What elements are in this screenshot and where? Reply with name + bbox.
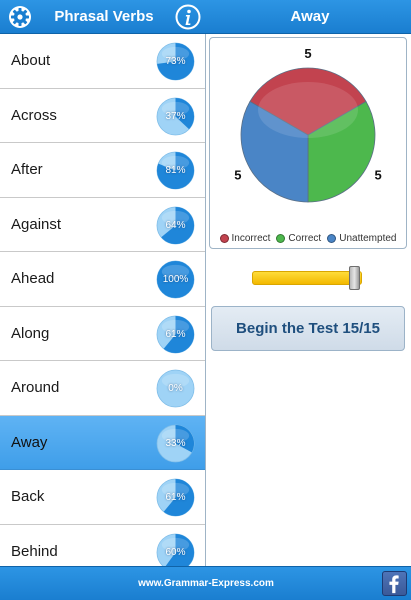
pie-chart: 5 5 5 — [234, 46, 382, 203]
list-item-label: About — [11, 52, 51, 69]
legend-swatch — [276, 233, 286, 243]
list-item[interactable]: Around 0% — [0, 361, 205, 416]
results-chart: 5 5 5 Incorrect Correct Unattempted — [209, 37, 407, 249]
list-item-label: Along — [11, 324, 50, 342]
list-item-label: Away — [11, 433, 48, 451]
list-item[interactable]: Behind 60% — [0, 524, 205, 566]
slider-thumb[interactable] — [349, 266, 360, 290]
progress-percent: 33% — [165, 437, 186, 449]
legend-item: Incorrect — [219, 232, 271, 244]
pie-value-label: 5 — [304, 46, 311, 61]
progress-percent: 81% — [165, 165, 186, 176]
list-item-label: Against — [11, 215, 62, 233]
legend-label: Correct — [288, 232, 322, 244]
list-item-label: Around — [11, 379, 60, 396]
list-item-label: Ahead — [11, 270, 55, 287]
list-item[interactable]: Ahead 100% — [0, 252, 205, 307]
gear-icon[interactable] — [8, 5, 32, 29]
legend-label: Incorrect — [231, 232, 271, 244]
detail-title: Away — [290, 8, 330, 25]
list-item[interactable]: Back 61% — [0, 470, 205, 525]
question-count-slider[interactable] — [252, 271, 362, 285]
begin-test-button[interactable]: Begin the Test 15/15 — [211, 306, 405, 351]
list-item[interactable]: Away 33% — [0, 415, 205, 470]
list-item[interactable]: About 73% — [0, 34, 205, 89]
legend-label: Unattempted — [339, 232, 397, 244]
website-link[interactable]: www.Grammar-Express.com — [120, 567, 292, 600]
progress-percent: 0% — [168, 383, 183, 394]
pie-value-label: 5 — [374, 168, 381, 183]
phrasal-verb-list[interactable]: About 73% Across 37% After 81% Against 64% Ahead… — [0, 34, 206, 566]
progress-percent: 61% — [165, 328, 186, 340]
list-item[interactable]: Along 61% — [0, 306, 205, 361]
legend-swatch — [219, 233, 229, 243]
progress-percent: 37% — [165, 110, 186, 122]
list-item-label: Back — [11, 488, 45, 505]
app-title: Phrasal Verbs — [54, 8, 154, 25]
progress-percent: 100% — [162, 274, 189, 285]
list-item-label: After — [11, 161, 43, 178]
pie-value-label: 5 — [234, 168, 241, 183]
bottom-bar: www.Grammar-Express.com — [0, 566, 411, 600]
progress-percent: 73% — [165, 56, 186, 67]
legend-item: Unattempted — [327, 233, 396, 244]
chart-legend: Incorrect Correct Unattempted — [210, 231, 406, 245]
progress-percent: 64% — [165, 219, 186, 231]
progress-percent: 61% — [165, 492, 186, 503]
list-item[interactable]: After 81% — [0, 143, 205, 198]
list-item[interactable]: Against 64% — [0, 197, 205, 252]
pie-gloss — [258, 82, 358, 138]
list-item[interactable]: Across 37% — [0, 88, 205, 143]
info-icon[interactable] — [175, 4, 201, 30]
list-item-label: Behind — [11, 542, 58, 560]
legend-swatch — [327, 233, 337, 243]
legend-item: Correct — [276, 233, 321, 244]
list-item-label: Across — [11, 106, 57, 124]
facebook-icon[interactable] — [382, 571, 407, 596]
top-bar: Phrasal Verbs Away — [0, 0, 411, 34]
progress-percent: 60% — [165, 546, 186, 558]
